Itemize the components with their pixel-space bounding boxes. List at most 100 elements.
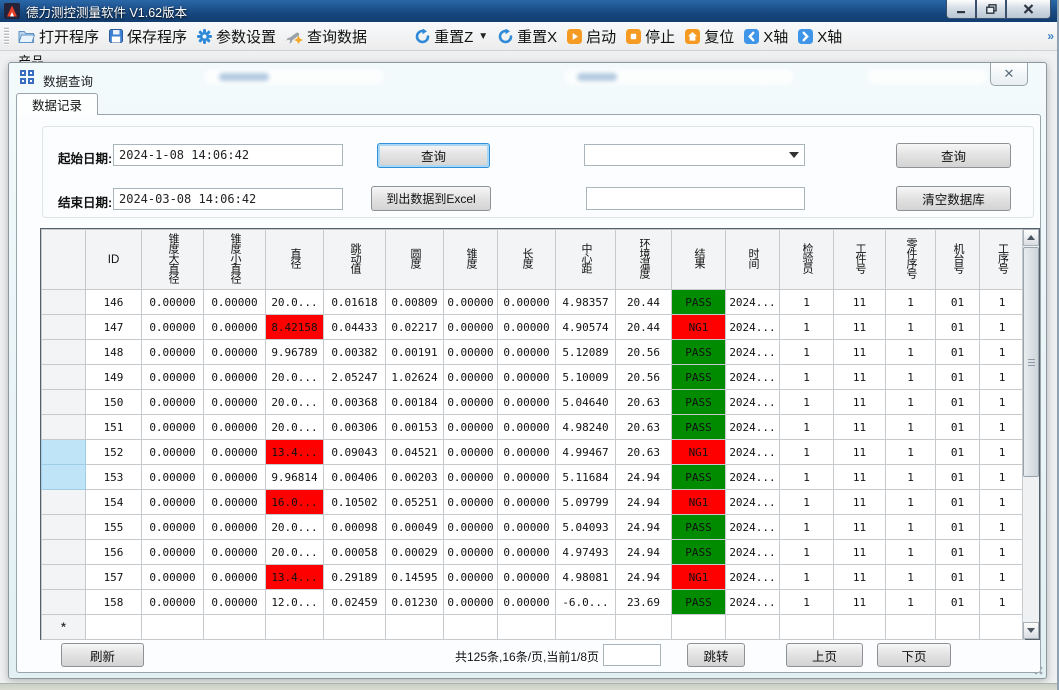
grid-cell[interactable]: 0.00000 (444, 315, 498, 340)
column-header[interactable]: 锥度 (444, 230, 498, 290)
grid-cell[interactable]: 01 (936, 365, 980, 390)
grid-cell[interactable]: 1 (980, 565, 1025, 590)
grid-cell[interactable]: 0.00049 (386, 515, 444, 540)
grid-cell[interactable]: 1 (886, 490, 936, 515)
grid-cell[interactable]: 20.0... (266, 515, 324, 540)
grid-cell[interactable]: 20.44 (616, 315, 672, 340)
grid-cell[interactable]: 11 (834, 440, 886, 465)
column-header[interactable]: 环境温度 (616, 230, 672, 290)
grid-cell[interactable]: 0.00000 (444, 440, 498, 465)
grid-cell[interactable]: 0.00000 (498, 515, 556, 540)
grid-cell[interactable]: 13.4... (266, 440, 324, 465)
grid-cell[interactable]: 1 (980, 540, 1025, 565)
grid-cell[interactable]: 0.00000 (498, 465, 556, 490)
grid-cell[interactable]: 5.10009 (556, 365, 616, 390)
row-header[interactable] (42, 490, 86, 515)
row-header[interactable] (42, 465, 86, 490)
grid-cell[interactable]: 0.00000 (142, 565, 204, 590)
grid-cell[interactable]: 0.09043 (324, 440, 386, 465)
open-program-button[interactable]: 打开程序 (13, 23, 104, 50)
grid-cell[interactable]: 0.00000 (204, 415, 266, 440)
grid-cell[interactable]: 11 (834, 415, 886, 440)
reset-x-button[interactable]: 重置X (493, 23, 562, 50)
grid-cell[interactable]: 1 (886, 290, 936, 315)
grid-cell[interactable]: 153 (86, 465, 142, 490)
grid-cell[interactable]: 5.11684 (556, 465, 616, 490)
grid-cell[interactable]: 0.00000 (204, 490, 266, 515)
grid-cell[interactable]: 0.00000 (142, 440, 204, 465)
refresh-button[interactable]: 刷新 (61, 643, 144, 667)
grid-cell[interactable]: 0.00406 (324, 465, 386, 490)
save-program-button[interactable]: 保存程序 (104, 23, 192, 50)
filter-input[interactable] (586, 187, 805, 210)
grid-cell[interactable] (498, 615, 556, 640)
grid-cell[interactable]: 0.00000 (444, 365, 498, 390)
grid-cell[interactable]: 2024... (726, 440, 780, 465)
grid-cell[interactable]: 0.00000 (142, 290, 204, 315)
grid-cell[interactable]: 11 (834, 365, 886, 390)
grid-cell[interactable]: 1 (780, 490, 834, 515)
grid-cell[interactable]: 1 (886, 415, 936, 440)
grid-cell[interactable]: 147 (86, 315, 142, 340)
grid-cell[interactable]: 1 (980, 290, 1025, 315)
grid-cell[interactable]: 11 (834, 515, 886, 540)
grid-cell[interactable]: 0.00000 (498, 540, 556, 565)
grid-cell[interactable] (266, 615, 324, 640)
grid-cell[interactable]: 0.00000 (498, 415, 556, 440)
grid-cell[interactable] (936, 615, 980, 640)
grid-cell[interactable]: 156 (86, 540, 142, 565)
grid-cell[interactable]: 1 (886, 540, 936, 565)
grid-cell[interactable]: 0.29189 (324, 565, 386, 590)
grid-cell[interactable]: 24.94 (616, 540, 672, 565)
grid-cell[interactable]: 11 (834, 340, 886, 365)
grid-cell[interactable]: 0.00000 (444, 390, 498, 415)
column-header[interactable]: 检验员 (780, 230, 834, 290)
grid-cell[interactable]: 1 (886, 565, 936, 590)
grid-cell[interactable]: 1 (980, 440, 1025, 465)
grid-cell[interactable]: 0.00000 (142, 540, 204, 565)
grid-cell[interactable]: 0.00000 (498, 340, 556, 365)
column-header[interactable]: 工序号 (980, 230, 1025, 290)
grid-cell[interactable]: 1 (780, 440, 834, 465)
grid-cell[interactable]: 01 (936, 490, 980, 515)
grid-cell[interactable]: 20.63 (616, 415, 672, 440)
grid-cell[interactable]: 4.98357 (556, 290, 616, 315)
grid-cell[interactable]: 20.0... (266, 290, 324, 315)
grid-cell[interactable]: 0.00000 (142, 515, 204, 540)
column-header[interactable]: 零件序号 (886, 230, 936, 290)
grid-cell[interactable]: 0.00000 (444, 565, 498, 590)
reset-z-dropdown-caret[interactable]: ▼ (478, 31, 488, 42)
grid-cell[interactable]: 01 (936, 290, 980, 315)
grid-cell[interactable]: 20.63 (616, 390, 672, 415)
minimize-button[interactable] (946, 0, 976, 19)
grid-cell[interactable]: 2024... (726, 540, 780, 565)
grid-cell[interactable]: 01 (936, 565, 980, 590)
grid-cell[interactable] (780, 615, 834, 640)
grid-cell[interactable]: 11 (834, 290, 886, 315)
grid-cell[interactable] (834, 615, 886, 640)
grid-cell[interactable]: 0.00203 (386, 465, 444, 490)
grid-cell[interactable]: 0.00000 (204, 515, 266, 540)
grid-cell[interactable]: 1 (886, 315, 936, 340)
maximize-button[interactable] (976, 0, 1006, 19)
grid-cell[interactable]: 1 (780, 590, 834, 615)
grid-cell[interactable]: 157 (86, 565, 142, 590)
grid-cell[interactable]: 1 (886, 340, 936, 365)
grid-cell[interactable]: 0.00058 (324, 540, 386, 565)
column-header[interactable]: 工件号 (834, 230, 886, 290)
grid-cell[interactable]: 1 (886, 365, 936, 390)
grid-cell[interactable]: 13.4... (266, 565, 324, 590)
grid-cell[interactable]: 0.00000 (142, 465, 204, 490)
parameter-settings-button[interactable]: 参数设置 (192, 23, 281, 50)
grid-cell[interactable]: 01 (936, 415, 980, 440)
grid-cell[interactable] (324, 615, 386, 640)
grid-cell[interactable] (616, 615, 672, 640)
grid-cell[interactable]: 0.00382 (324, 340, 386, 365)
grid-cell[interactable]: 9.96814 (266, 465, 324, 490)
grid-cell[interactable] (980, 615, 1025, 640)
grid-cell[interactable]: 2024... (726, 515, 780, 540)
grid-cell[interactable]: 0.00029 (386, 540, 444, 565)
grid-cell[interactable]: 0.00000 (444, 540, 498, 565)
grid-cell[interactable]: 0.05251 (386, 490, 444, 515)
grid-cell[interactable]: 0.00000 (142, 415, 204, 440)
